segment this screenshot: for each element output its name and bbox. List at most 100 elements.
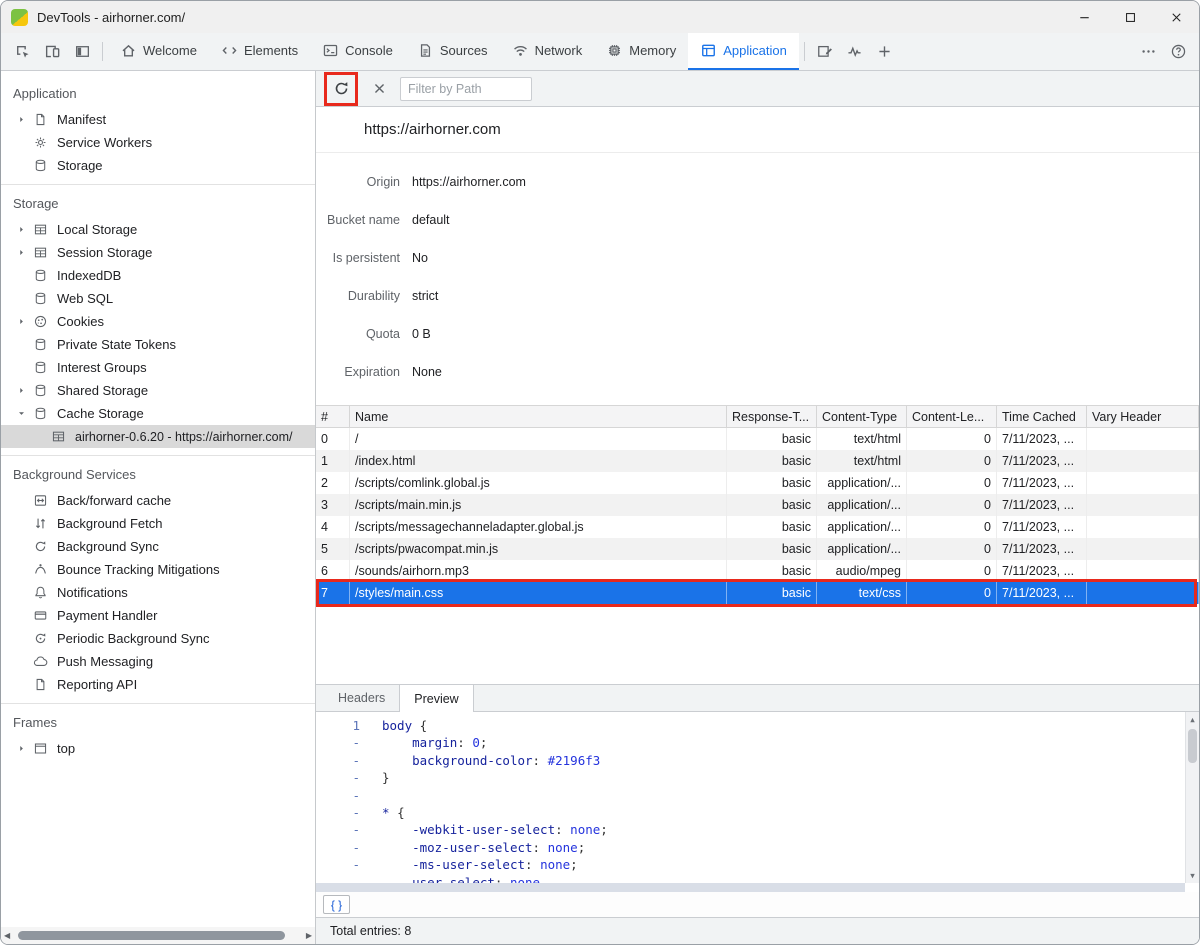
scrollbar-thumb[interactable] xyxy=(18,931,285,940)
sidebar-item-top[interactable]: top xyxy=(1,737,315,760)
detail-tab-headers[interactable]: Headers xyxy=(324,685,399,711)
delete-selected-button[interactable] xyxy=(366,76,392,102)
column-header-number[interactable]: # xyxy=(316,406,350,427)
column-header-name[interactable]: Name xyxy=(350,406,727,427)
pretty-print-button[interactable]: { } xyxy=(323,895,350,914)
sidebar-item-background-sync[interactable]: Background Sync xyxy=(1,535,315,558)
cell-name: /scripts/messagechanneladapter.global.js xyxy=(350,516,727,538)
cache-entry-row-1[interactable]: 1/index.htmlbasictext/html07/11/2023, ..… xyxy=(316,450,1199,472)
sidebar-item-private-state-tokens[interactable]: Private State Tokens xyxy=(1,333,315,356)
device-toolbar-icon[interactable] xyxy=(37,33,67,70)
sidebar-item-notifications[interactable]: Notifications xyxy=(1,581,315,604)
sidebar-item-bounce-tracking-mitigations[interactable]: Bounce Tracking Mitigations xyxy=(1,558,315,581)
tab-sources[interactable]: Sources xyxy=(405,33,500,70)
sidebar-item-service-workers[interactable]: Service Workers xyxy=(1,131,315,154)
cache-entry-row-7[interactable]: 7/styles/main.cssbasictext/css07/11/2023… xyxy=(316,582,1199,604)
cache-entry-row-6[interactable]: 6/sounds/airhorn.mp3basicaudio/mpeg07/11… xyxy=(316,560,1199,582)
scroll-up-arrow[interactable]: ▲ xyxy=(1186,716,1199,724)
sidebar-item-manifest[interactable]: Manifest xyxy=(1,108,315,131)
chevron-down-icon[interactable] xyxy=(13,408,29,419)
sidebar-divider xyxy=(1,455,315,456)
sidebar-item-periodic-background-sync[interactable]: Periodic Background Sync xyxy=(1,627,315,650)
code-horizontal-scrollbar[interactable] xyxy=(316,883,1185,892)
sidebar-item-session-storage[interactable]: Session Storage xyxy=(1,241,315,264)
sidebar-item-push-messaging[interactable]: Push Messaging xyxy=(1,650,315,673)
cell-name: /scripts/pwacompat.min.js xyxy=(350,538,727,560)
sidebar-item-web-sql[interactable]: Web SQL xyxy=(1,287,315,310)
table-icon xyxy=(33,245,49,261)
inspect-icon[interactable] xyxy=(7,33,37,70)
column-header-time-cached[interactable]: Time Cached xyxy=(997,406,1087,427)
sidebar-item-cache-storage[interactable]: Cache Storage xyxy=(1,402,315,425)
chevron-right-icon[interactable] xyxy=(13,316,29,327)
cache-entry-row-4[interactable]: 4/scripts/messagechanneladapter.global.j… xyxy=(316,516,1199,538)
chevron-right-icon[interactable] xyxy=(13,247,29,258)
sidebar-item-indexeddb[interactable]: IndexedDB xyxy=(1,264,315,287)
help-button[interactable] xyxy=(1163,43,1193,60)
cache-entry-row-3[interactable]: 3/scripts/main.min.jsbasicapplication/..… xyxy=(316,494,1199,516)
tab-label: Application xyxy=(723,43,787,58)
changes-icon[interactable] xyxy=(810,33,840,70)
sidebar-item-airhorner-0-6-20-https-airhorner-com[interactable]: airhorner-0.6.20 - https://airhorner.com… xyxy=(1,425,315,448)
scrollbar-thumb[interactable] xyxy=(1188,729,1197,763)
tab-elements[interactable]: Elements xyxy=(209,33,310,70)
sidebar-item-reporting-api[interactable]: Reporting API xyxy=(1,673,315,696)
chevron-right-icon[interactable] xyxy=(13,385,29,396)
preview-vertical-scrollbar[interactable]: ▲ ▼ xyxy=(1185,712,1199,883)
sidebar-item-back-forward-cache[interactable]: Back/forward cache xyxy=(1,489,315,512)
tab-welcome[interactable]: Welcome xyxy=(108,33,209,70)
line-number: 1 xyxy=(316,717,374,734)
sidebar-item-interest-groups[interactable]: Interest Groups xyxy=(1,356,315,379)
meta-label: Bucket name xyxy=(316,213,400,227)
tab-application[interactable]: Application xyxy=(688,33,799,70)
line-number: - xyxy=(316,787,374,804)
code-content: body { margin: 0; background-color: #219… xyxy=(374,712,1185,883)
tab-memory[interactable]: Memory xyxy=(594,33,688,70)
column-header-content-type[interactable]: Content-Type xyxy=(817,406,907,427)
column-header-response-t[interactable]: Response-T... xyxy=(727,406,817,427)
dock-side-icon[interactable] xyxy=(67,33,97,70)
performance-monitor-icon[interactable] xyxy=(840,33,870,70)
cache-entry-row-0[interactable]: 0/basictext/html07/11/2023, ... xyxy=(316,428,1199,450)
cache-entry-row-5[interactable]: 5/scripts/pwacompat.min.jsbasicapplicati… xyxy=(316,538,1199,560)
tab-label: Elements xyxy=(244,43,298,58)
line-number: - xyxy=(316,856,374,873)
column-header-content-le[interactable]: Content-Le... xyxy=(907,406,997,427)
chevron-right-icon[interactable] xyxy=(13,114,29,125)
sidebar-item-shared-storage[interactable]: Shared Storage xyxy=(1,379,315,402)
tab-network[interactable]: Network xyxy=(500,33,595,70)
meta-label: Expiration xyxy=(316,365,400,379)
add-panel-button[interactable] xyxy=(870,33,900,70)
sidebar-item-storage[interactable]: Storage xyxy=(1,154,315,177)
scroll-down-arrow[interactable]: ▼ xyxy=(1186,872,1199,880)
minimize-button[interactable] xyxy=(1061,1,1107,33)
line-number: - xyxy=(316,839,374,856)
cell-name: / xyxy=(350,428,727,450)
cell-vary xyxy=(1087,472,1199,494)
more-options-button[interactable] xyxy=(1133,43,1163,60)
sidebar-item-local-storage[interactable]: Local Storage xyxy=(1,218,315,241)
format-bar: { } xyxy=(316,892,1199,917)
meta-label: Durability xyxy=(316,289,400,303)
panel-tabs: Welcome Elements ConsoleSourcesNetworkMemo… xyxy=(108,33,799,70)
sidebar-item-payment-handler[interactable]: Payment Handler xyxy=(1,604,315,627)
chevron-right-icon[interactable] xyxy=(13,224,29,235)
detail-tab-preview[interactable]: Preview xyxy=(399,685,473,712)
frame-icon xyxy=(33,741,49,757)
cell-content-length: 0 xyxy=(907,538,997,560)
column-header-vary-header[interactable]: Vary Header xyxy=(1087,406,1199,427)
maximize-button[interactable] xyxy=(1107,1,1153,33)
close-button[interactable] xyxy=(1153,1,1199,33)
sidebar-item-cookies[interactable]: Cookies xyxy=(1,310,315,333)
chevron-right-icon[interactable] xyxy=(13,743,29,754)
sidebar-item-background-fetch[interactable]: Background Fetch xyxy=(1,512,315,535)
refresh-button[interactable] xyxy=(328,76,354,102)
sidebar-horizontal-scrollbar[interactable]: ◀ ▶ xyxy=(1,927,315,944)
cell-time-cached: 7/11/2023, ... xyxy=(997,582,1087,604)
tab-console[interactable]: Console xyxy=(310,33,405,70)
cell-vary xyxy=(1087,516,1199,538)
cache-entry-row-2[interactable]: 2/scripts/comlink.global.jsbasicapplicat… xyxy=(316,472,1199,494)
scroll-left-arrow[interactable]: ◀ xyxy=(4,932,10,940)
scroll-right-arrow[interactable]: ▶ xyxy=(306,932,312,940)
filter-input[interactable] xyxy=(400,77,532,101)
